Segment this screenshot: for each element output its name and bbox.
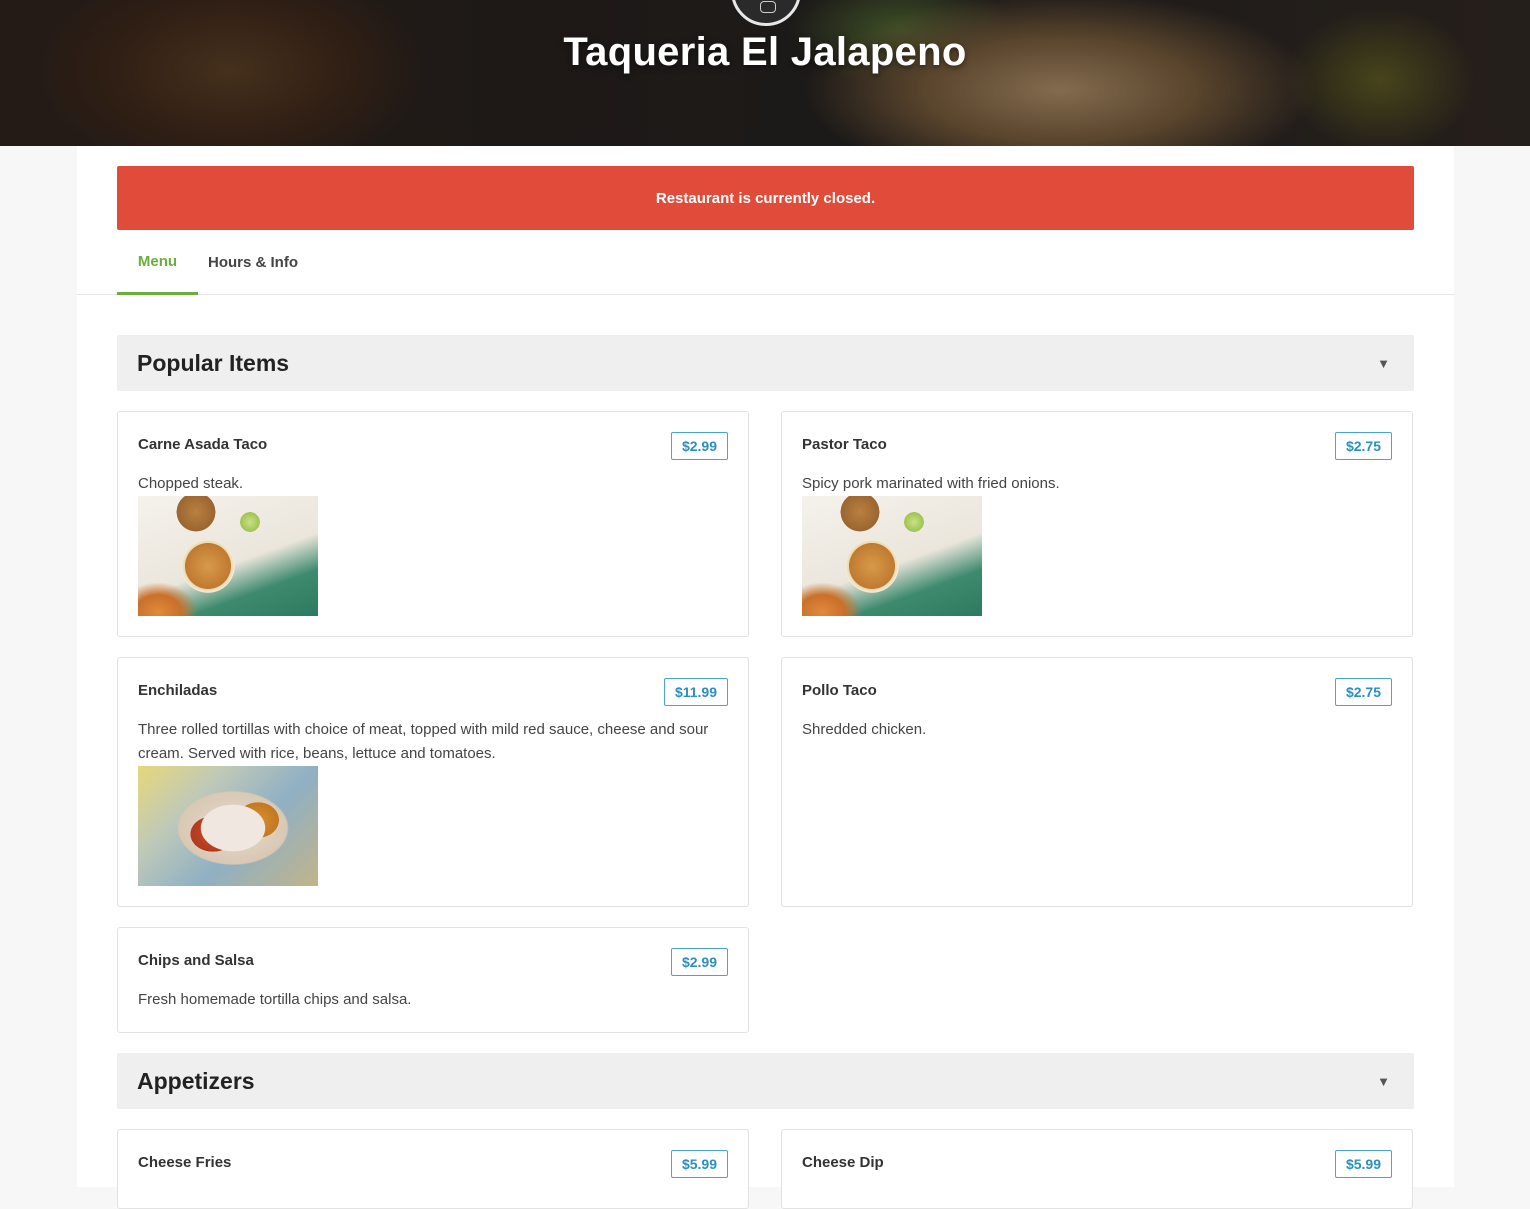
menu-item-card[interactable]: Enchiladas $11.99 Three rolled tortillas… (117, 657, 749, 907)
item-name: Cheese Dip (802, 1154, 884, 1171)
item-name: Enchiladas (138, 682, 218, 699)
restaurant-logo (731, 0, 801, 26)
tab-hours-info[interactable]: Hours & Info (198, 230, 308, 295)
menu-item-card[interactable]: Pastor Taco $2.75 Spicy pork marinated w… (781, 411, 1413, 637)
hero-banner: Taqueria El Jalapeno (0, 0, 1530, 146)
tab-menu[interactable]: Menu (117, 230, 198, 295)
item-description: Spicy pork marinated with fried onions. (802, 475, 1060, 492)
item-photo (138, 766, 318, 886)
price-badge: $2.99 (670, 948, 728, 976)
chevron-down-icon: ▼ (1377, 1073, 1390, 1089)
item-name: Pollo Taco (802, 682, 877, 699)
section-title: Popular Items (137, 349, 290, 376)
menu-item-card[interactable]: Chips and Salsa $2.99 Fresh homemade tor… (117, 927, 749, 1033)
price-badge: $11.99 (663, 678, 728, 706)
price-badge: $2.99 (670, 432, 728, 460)
menu-item-card[interactable]: Cheese Dip $5.99 (781, 1129, 1413, 1209)
main-content: Restaurant is currently closed. Menu Hou… (77, 146, 1454, 1209)
item-description: Shredded chicken. (802, 721, 927, 738)
item-description: Three rolled tortillas with choice of me… (138, 721, 709, 762)
price-badge: $5.99 (670, 1150, 728, 1178)
item-photo (138, 496, 318, 616)
menu-item-card[interactable]: Pollo Taco $2.75 Shredded chicken. (781, 657, 1413, 907)
item-name: Cheese Fries (138, 1154, 232, 1171)
section-header-appetizers[interactable]: Appetizers ▼ (117, 1053, 1414, 1109)
menu-item-card[interactable]: Cheese Fries $5.99 (117, 1129, 749, 1209)
price-badge: $5.99 (1334, 1150, 1392, 1178)
item-description: Chopped steak. (138, 475, 244, 492)
tab-bar: Menu Hours & Info (77, 230, 1454, 295)
restaurant-title: Taqueria El Jalapeno (563, 30, 967, 74)
item-name: Chips and Salsa (138, 952, 254, 969)
item-photo (802, 496, 982, 616)
closed-alert: Restaurant is currently closed. (117, 166, 1414, 230)
chevron-down-icon: ▼ (1377, 355, 1390, 371)
price-badge: $2.75 (1334, 678, 1392, 706)
price-badge: $2.75 (1334, 432, 1392, 460)
menu-item-card[interactable]: Carne Asada Taco $2.99 Chopped steak. (117, 411, 749, 637)
section-header-popular-items[interactable]: Popular Items ▼ (117, 335, 1414, 391)
item-name: Carne Asada Taco (138, 436, 268, 453)
item-name: Pastor Taco (802, 436, 887, 453)
section-title: Appetizers (137, 1067, 255, 1094)
item-description: Fresh homemade tortilla chips and salsa. (138, 991, 412, 1008)
